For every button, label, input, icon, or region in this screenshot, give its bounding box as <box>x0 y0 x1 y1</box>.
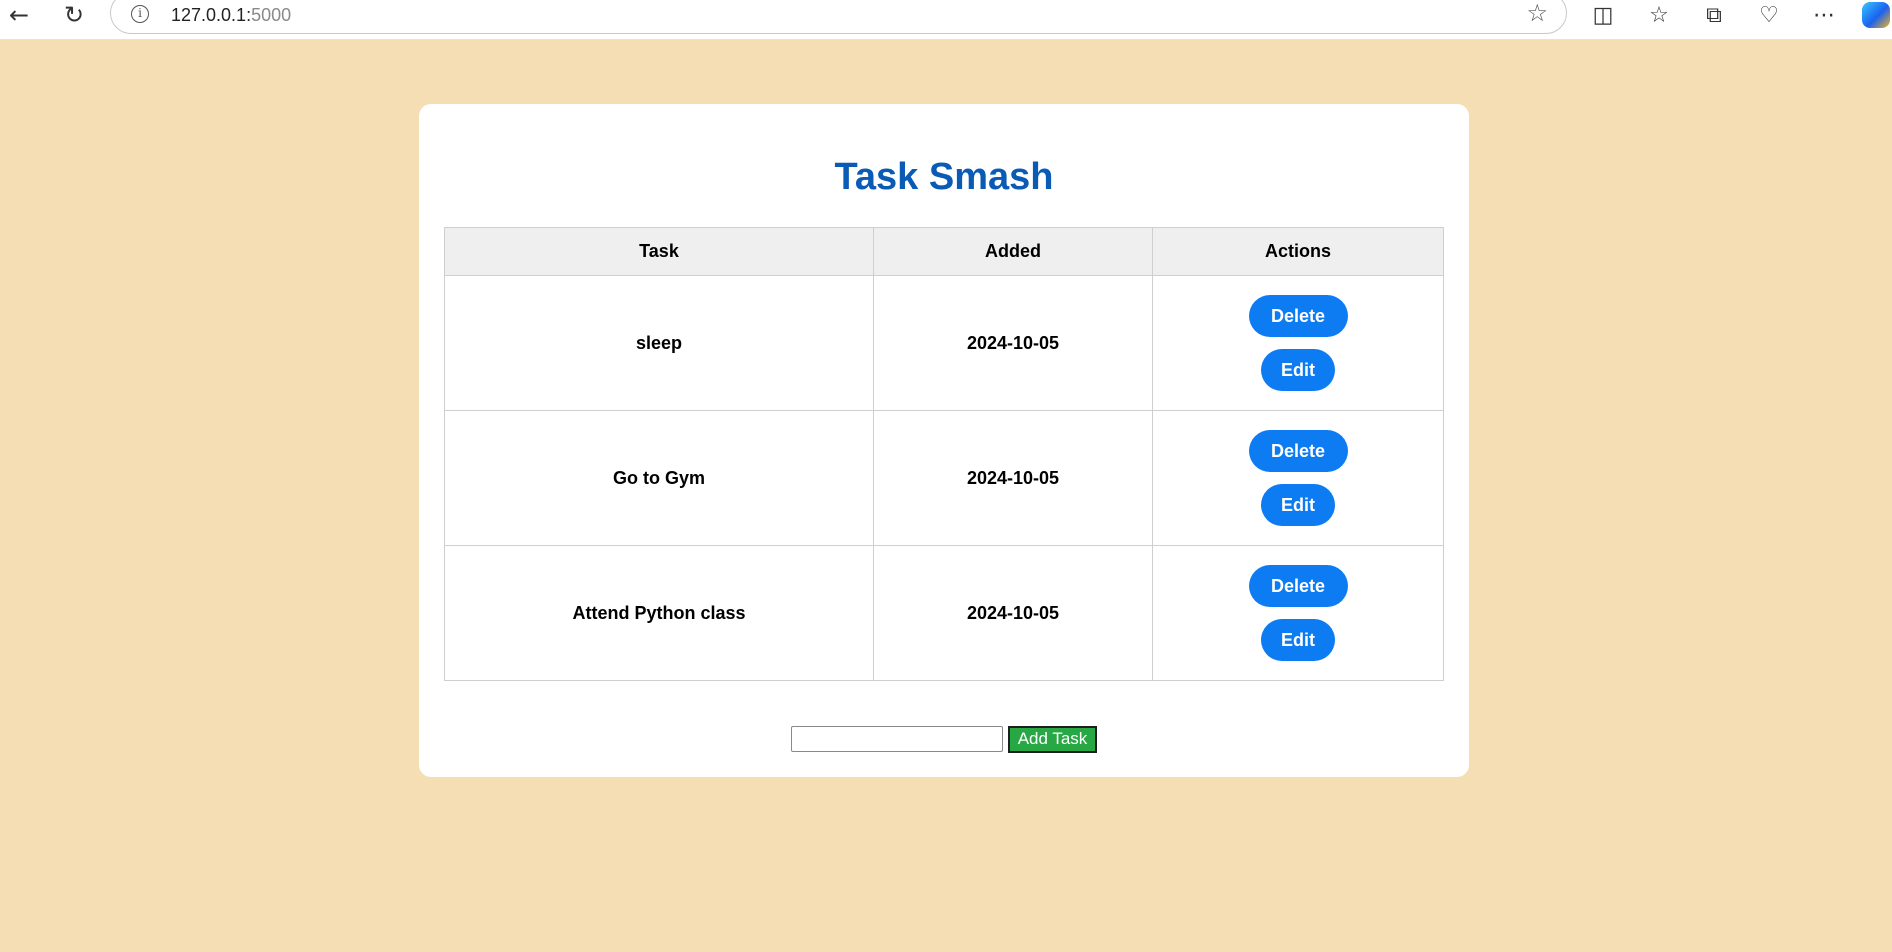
task-added-date: 2024-10-05 <box>873 545 1153 681</box>
reload-icon[interactable]: ↻ <box>57 0 91 30</box>
task-name: sleep <box>444 275 874 411</box>
task-actions: Delete Edit <box>1152 545 1444 681</box>
table-header-row: Task Added Actions <box>444 227 1444 276</box>
more-icon[interactable]: ⋯ <box>1804 0 1844 30</box>
add-task-form: Add Task <box>419 725 1469 753</box>
delete-button[interactable]: Delete <box>1248 295 1348 337</box>
collections-icon[interactable]: ⧉ <box>1694 0 1734 30</box>
edit-button[interactable]: Edit <box>1261 619 1335 661</box>
browser-toolbar: ← ↻ i 127.0.0.1:5000 ☆ ◫ ☆ ⧉ ♡ ⋯ <box>0 0 1892 40</box>
new-task-input[interactable] <box>790 726 1003 752</box>
back-arrow-icon[interactable]: ← <box>2 0 36 30</box>
split-screen-icon[interactable]: ◫ <box>1583 0 1623 30</box>
header-actions: Actions <box>1152 227 1444 276</box>
task-actions: Delete Edit <box>1152 275 1444 411</box>
header-added: Added <box>873 227 1153 276</box>
task-added-date: 2024-10-05 <box>873 275 1153 411</box>
address-bar[interactable]: i 127.0.0.1:5000 ☆ <box>110 0 1567 34</box>
task-table: Task Added Actions sleep 2024-10-05 Dele… <box>444 227 1444 681</box>
url-text[interactable]: 127.0.0.1:5000 <box>171 5 291 26</box>
task-card: Task Smash Task Added Actions sleep 2024… <box>419 104 1469 777</box>
task-name: Go to Gym <box>444 410 874 546</box>
favorites-icon[interactable]: ☆ <box>1639 0 1679 30</box>
copilot-icon[interactable] <box>1862 2 1890 28</box>
task-name: Attend Python class <box>444 545 874 681</box>
task-added-date: 2024-10-05 <box>873 410 1153 546</box>
edit-button[interactable]: Edit <box>1261 484 1335 526</box>
table-row: sleep 2024-10-05 Delete Edit <box>444 275 1444 411</box>
add-task-button[interactable]: Add Task <box>1007 725 1098 753</box>
star-icon[interactable]: ☆ <box>1526 0 1548 27</box>
page-title: Task Smash <box>834 156 1054 198</box>
table-row: Attend Python class 2024-10-05 Delete Ed… <box>444 545 1444 681</box>
delete-button[interactable]: Delete <box>1248 430 1348 472</box>
delete-button[interactable]: Delete <box>1248 565 1348 607</box>
task-actions: Delete Edit <box>1152 410 1444 546</box>
site-info-icon[interactable]: i <box>131 5 149 23</box>
table-row: Go to Gym 2024-10-05 Delete Edit <box>444 410 1444 546</box>
header-task: Task <box>444 227 874 276</box>
edit-button[interactable]: Edit <box>1261 349 1335 391</box>
browser-essentials-icon[interactable]: ♡ <box>1749 0 1789 30</box>
